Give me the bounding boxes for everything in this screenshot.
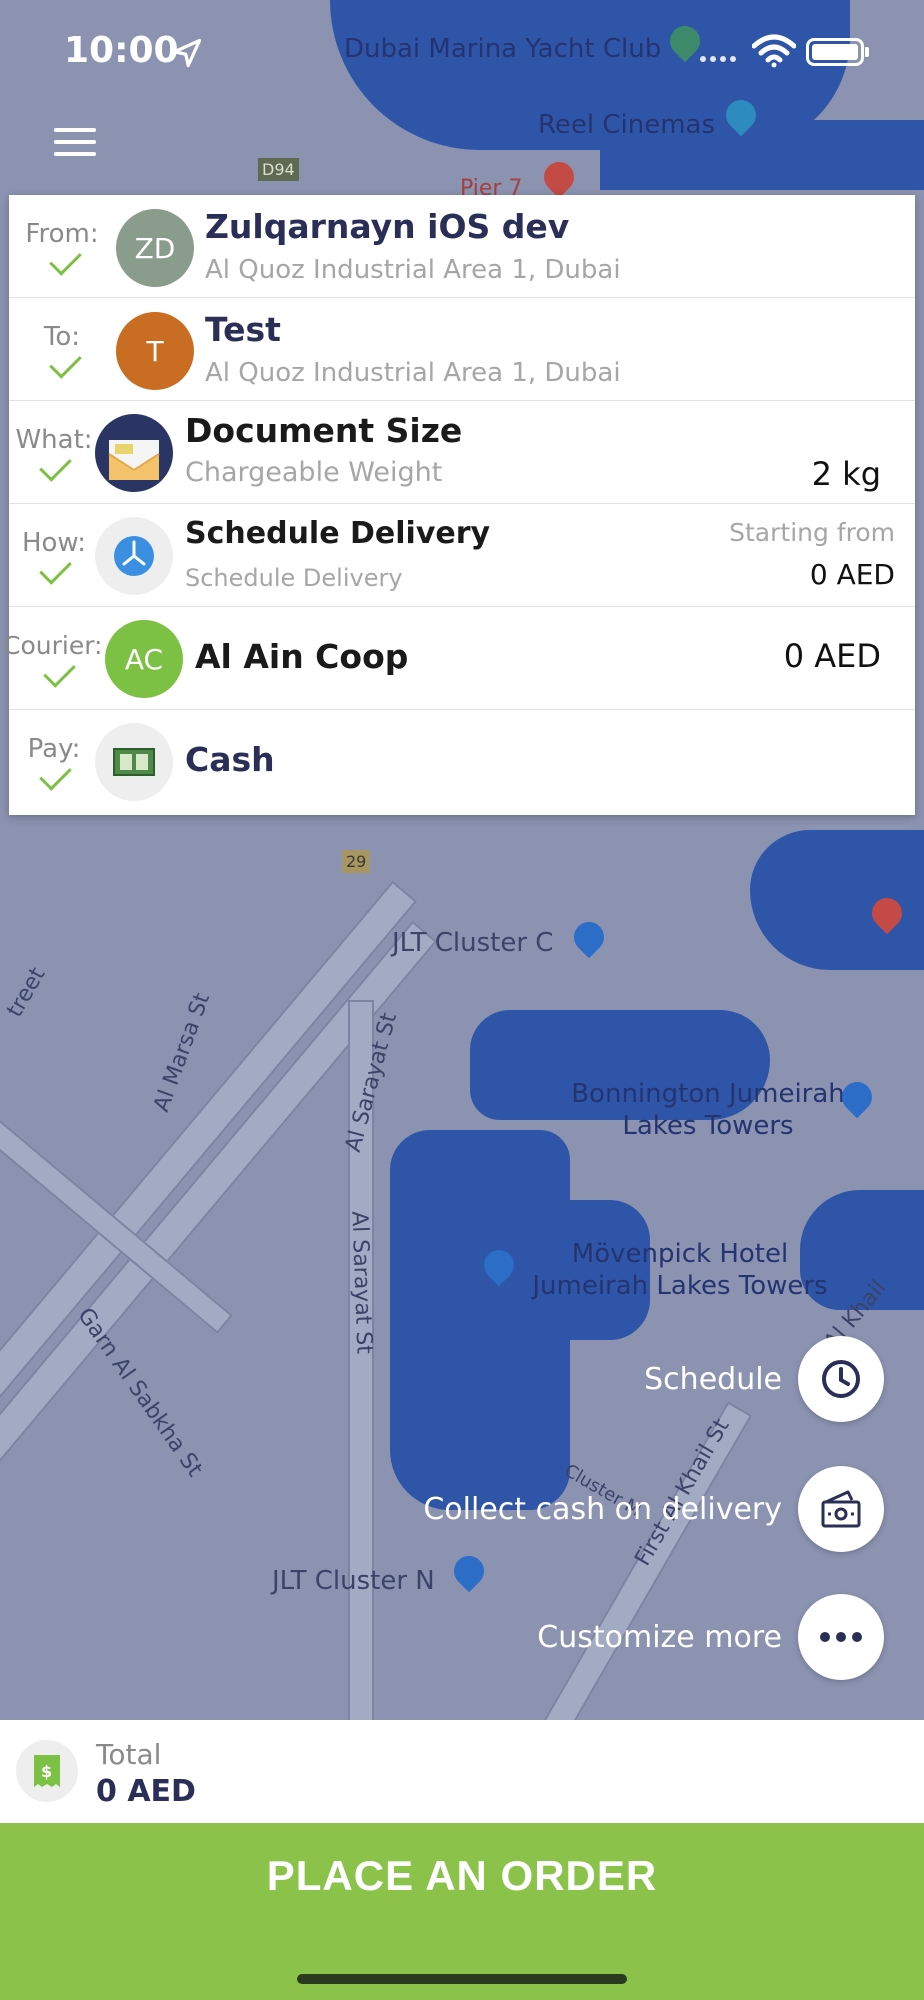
battery-icon <box>806 38 869 66</box>
map-label: Reel Cinemas <box>538 110 716 140</box>
cash-register-icon <box>821 1490 861 1528</box>
clock-icon <box>95 517 173 595</box>
home-indicator <box>297 1974 627 1984</box>
courier-name: Al Ain Coop <box>195 637 409 676</box>
collect-cash-action[interactable]: Collect cash on delivery <box>423 1466 884 1552</box>
delivery-price: 0 AED <box>809 558 895 591</box>
map-label: Al Sarayat St <box>346 1210 377 1355</box>
map-label: Garn Al Sabkha St <box>72 1303 208 1482</box>
delivery-method-caption: Schedule Delivery <box>185 564 403 592</box>
clock-icon <box>822 1360 860 1398</box>
cellular-signal-icon <box>700 56 736 62</box>
what-row[interactable]: What: Document Size Chargeable Weight 2 … <box>9 401 915 504</box>
status-time: 10:00 <box>64 30 179 71</box>
check-icon <box>43 655 76 688</box>
map-label: JLT Cluster N <box>272 1566 435 1596</box>
schedule-button[interactable] <box>798 1336 884 1422</box>
how-label: How: <box>21 528 87 558</box>
avatar: T <box>116 312 194 390</box>
weight-caption: Chargeable Weight <box>185 457 443 488</box>
to-label: To: <box>43 322 81 352</box>
menu-icon[interactable] <box>54 128 96 160</box>
how-row[interactable]: How: Schedule Delivery Schedule Delivery… <box>9 504 915 607</box>
what-label: What: <box>15 425 93 455</box>
total-value: 0 AED <box>96 1774 196 1809</box>
total-label: Total <box>96 1738 162 1771</box>
map-pin-icon <box>567 915 611 959</box>
schedule-action[interactable]: Schedule <box>644 1336 884 1422</box>
map-label: treet <box>2 963 51 1022</box>
status-bar: 10:00 <box>0 0 924 100</box>
pay-label: Pay: <box>27 734 81 764</box>
collect-cash-label: Collect cash on delivery <box>423 1491 782 1527</box>
recipient-address: Al Quoz Industrial Area 1, Dubai <box>205 358 621 388</box>
weight-value: 2 kg <box>811 455 881 493</box>
courier-label: Courier: <box>3 631 103 660</box>
customize-button[interactable] <box>798 1594 884 1680</box>
total-bar: $ Total 0 AED <box>0 1720 924 1823</box>
map-label: Bonnington Jumeirah Lakes Towers <box>571 1079 845 1141</box>
customize-action[interactable]: Customize more <box>537 1594 884 1680</box>
schedule-label: Schedule <box>644 1361 782 1397</box>
map-label: Mövenpick Hotel Jumeirah Lakes Towers <box>532 1239 828 1301</box>
to-row[interactable]: To: T Test Al Quoz Industrial Area 1, Du… <box>9 298 915 401</box>
collect-cash-button[interactable] <box>798 1466 884 1552</box>
avatar: ZD <box>116 209 194 287</box>
svg-text:$: $ <box>41 1762 52 1781</box>
cash-icon <box>95 723 173 801</box>
package-size: Document Size <box>185 411 463 450</box>
receipt-icon: $ <box>16 1740 78 1802</box>
map-pin-icon <box>447 1549 491 1593</box>
recipient-name: Test <box>205 310 281 349</box>
location-arrow-icon <box>172 38 202 68</box>
courier-row[interactable]: Courier: AC Al Ain Coop 0 AED <box>3 607 915 710</box>
pay-row[interactable]: Pay: Cash <box>9 710 915 815</box>
from-label: From: <box>25 219 99 249</box>
sender-address: Al Quoz Industrial Area 1, Dubai <box>205 255 621 285</box>
envelope-icon <box>95 414 173 492</box>
wifi-icon <box>752 34 796 68</box>
map-label: D94 <box>258 158 299 181</box>
customize-label: Customize more <box>537 1619 782 1655</box>
map-pin-icon <box>537 155 581 199</box>
delivery-method: Schedule Delivery <box>185 516 491 551</box>
map-label: JLT Cluster C <box>392 928 554 958</box>
more-icon <box>820 1632 862 1642</box>
sender-name: Zulqarnayn iOS dev <box>205 207 570 246</box>
order-summary-card: From: ZD Zulqarnayn iOS dev Al Quoz Indu… <box>3 195 915 815</box>
payment-method: Cash <box>185 740 275 779</box>
price-note: Starting from <box>729 518 895 547</box>
map-label: Al Marsa St <box>149 989 216 1116</box>
avatar: AC <box>105 620 183 698</box>
map-label: 29 <box>342 850 371 873</box>
courier-price: 0 AED <box>783 637 881 675</box>
from-row[interactable]: From: ZD Zulqarnayn iOS dev Al Quoz Indu… <box>9 195 915 298</box>
